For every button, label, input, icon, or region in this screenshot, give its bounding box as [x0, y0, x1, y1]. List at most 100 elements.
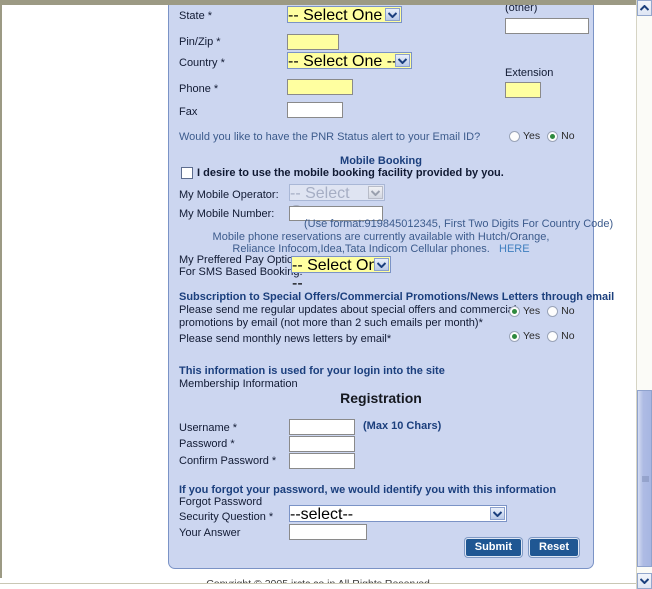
pnr-alert-no-label: No: [561, 130, 575, 142]
reset-button[interactable]: Reset: [529, 538, 579, 557]
password-field-wrap: [289, 434, 355, 452]
pin-label: Pin/Zip *: [179, 36, 221, 48]
phone-input[interactable]: [287, 79, 353, 95]
mobile-booking-checkbox[interactable]: [181, 167, 193, 179]
your-answer-field-wrap: [289, 522, 367, 540]
mobile-booking-checkbox-label: I desire to use the mobile booking facil…: [197, 167, 504, 179]
chevron-down-icon[interactable]: [395, 54, 410, 67]
other-field-wrap: [505, 16, 589, 34]
state-label: State *: [179, 10, 213, 22]
state-select-wrap: -- Select One --: [287, 6, 402, 24]
mobile-operator-select[interactable]: -- Select One --: [289, 184, 385, 220]
phone-label: Phone *: [179, 83, 219, 95]
username-field-wrap: [289, 417, 355, 435]
mobile-number-label: My Mobile Number:: [179, 208, 275, 220]
mobile-operator-row: My Mobile Operator:: [179, 185, 279, 205]
your-answer-input[interactable]: [289, 524, 367, 540]
chevron-down-icon: [640, 578, 649, 584]
pnr-alert-radio-group: Yes No: [509, 130, 575, 142]
pnr-alert-no-radio[interactable]: [547, 130, 559, 142]
security-question-select-wrap: --select--: [289, 505, 507, 523]
pay-option-select[interactable]: -- Select One --: [291, 256, 391, 292]
pay-option-label-line2: For SMS Based Booking:: [179, 266, 303, 278]
fax-row: Fax: [179, 102, 197, 122]
fax-input[interactable]: [287, 102, 343, 118]
newsletter-yes-option[interactable]: Yes: [509, 330, 540, 342]
state-select-value: -- Select One --: [288, 7, 398, 24]
chevron-up-icon: [640, 5, 649, 11]
copyright-text: Copyright © 2005 irctc.co.in All Rights …: [2, 578, 637, 583]
membership-hint: This information is used for your login …: [179, 365, 445, 377]
fax-field-wrap: [287, 100, 343, 118]
confirm-password-field-wrap: [289, 451, 355, 469]
pnr-alert-question: Would you like to have the PNR Status al…: [179, 131, 481, 143]
pnr-alert-yes-label: Yes: [523, 130, 541, 142]
subscription-newsletter-radio-group: Yes No: [509, 330, 575, 342]
other-label: (other): [505, 5, 538, 14]
confirm-password-row: Confirm Password *: [179, 451, 276, 471]
form-actions: Submit Reset: [464, 538, 579, 557]
pnr-alert-yes-radio[interactable]: [509, 130, 520, 142]
vertical-scrollbar[interactable]: [636, 0, 652, 589]
forgot-password-hint: If you forgot your password, we would id…: [179, 484, 557, 496]
username-input[interactable]: [289, 419, 355, 435]
security-question-value: --select--: [290, 506, 354, 523]
state-row: State *: [179, 6, 212, 26]
extension-field-wrap: [505, 80, 541, 98]
confirm-password-label: Confirm Password *: [179, 455, 277, 467]
promo-no-radio[interactable]: [547, 305, 559, 317]
promo-no-option[interactable]: No: [547, 305, 575, 317]
your-answer-label: Your Answer: [179, 527, 241, 539]
mobile-availability-note-line1: Mobile phone reservations are currently …: [212, 231, 550, 243]
pay-option-select-wrap: -- Select One --: [291, 256, 391, 292]
pnr-alert-no-option[interactable]: No: [547, 130, 575, 142]
country-row: Country *: [179, 53, 225, 73]
password-label: Password *: [179, 438, 235, 450]
country-select-wrap: -- Select One --: [287, 52, 412, 70]
extension-label: Extension: [505, 67, 554, 79]
chevron-down-icon[interactable]: [385, 8, 400, 21]
other-input[interactable]: [505, 18, 589, 34]
promo-yes-label: Yes: [523, 305, 541, 317]
pay-option-label-line1: My Preffered Pay Option: [179, 254, 300, 266]
country-select[interactable]: -- Select One --: [287, 52, 412, 70]
extension-input[interactable]: [505, 82, 541, 98]
subscription-title: Subscription to Special Offers/Commercia…: [179, 291, 615, 303]
newsletter-yes-radio[interactable]: [509, 330, 520, 342]
newsletter-yes-label: Yes: [523, 330, 541, 342]
confirm-password-input[interactable]: [289, 453, 355, 469]
newsletter-no-label: No: [561, 330, 575, 342]
pnr-alert-yes-option[interactable]: Yes: [509, 130, 540, 142]
security-question-select[interactable]: --select--: [289, 505, 507, 523]
country-label: Country *: [179, 57, 225, 69]
scrollbar-thumb[interactable]: [637, 390, 652, 567]
scroll-up-button[interactable]: [637, 0, 652, 16]
state-select[interactable]: -- Select One --: [287, 6, 402, 24]
your-answer-row: Your Answer: [179, 523, 240, 543]
promo-yes-option[interactable]: Yes: [509, 305, 540, 317]
scroll-down-button[interactable]: [637, 573, 652, 589]
mobile-number-row: My Mobile Number:: [179, 204, 274, 224]
mobile-here-link[interactable]: HERE: [499, 243, 530, 255]
username-hint: (Max 10 Chars): [363, 420, 442, 432]
promo-yes-radio[interactable]: [509, 305, 520, 317]
submit-button[interactable]: Submit: [464, 538, 523, 557]
subscription-promo-line2: promotions by email (not more than 2 suc…: [179, 317, 483, 329]
promo-no-label: No: [561, 305, 575, 317]
password-input[interactable]: [289, 436, 355, 452]
membership-subtitle: Membership Information: [179, 378, 298, 390]
page-content: State * -- Select One -- (other) Pin/Zip…: [2, 5, 637, 583]
chevron-down-icon[interactable]: [374, 258, 389, 271]
chevron-down-icon[interactable]: [490, 507, 505, 520]
subscription-promo-radio-group: Yes No: [509, 305, 575, 317]
chevron-down-icon: [368, 186, 383, 199]
newsletter-no-radio[interactable]: [547, 330, 559, 342]
scrollbar-grip-icon: [642, 475, 649, 482]
mobile-booking-checkbox-row[interactable]: I desire to use the mobile booking facil…: [181, 167, 504, 179]
pin-input[interactable]: [287, 34, 339, 50]
pin-row: Pin/Zip *: [179, 32, 221, 52]
newsletter-no-option[interactable]: No: [547, 330, 575, 342]
registration-form-panel: State * -- Select One -- (other) Pin/Zip…: [168, 5, 614, 569]
subscription-promo-line1: Please send me regular updates about spe…: [179, 304, 517, 316]
window-bottom-chrome: [0, 583, 637, 589]
